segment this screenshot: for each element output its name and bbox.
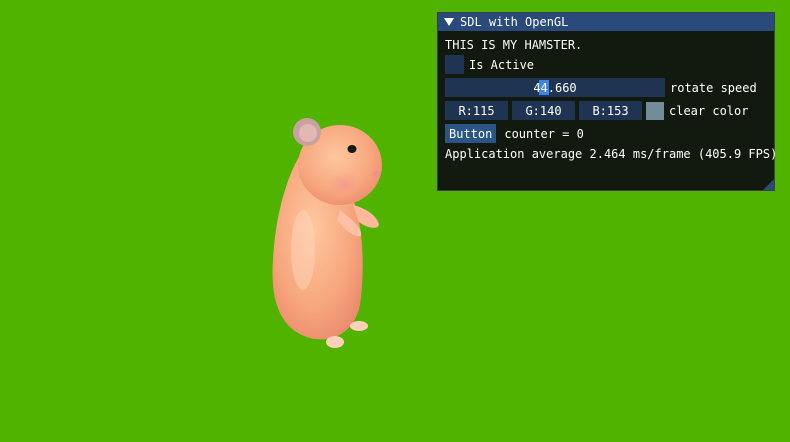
imgui-window[interactable]: SDL with OpenGL THIS IS MY HAMSTER. Is A… (437, 12, 777, 191)
counter-button[interactable]: Button (445, 124, 497, 143)
hamster-text-row: THIS IS MY HAMSTER. (445, 38, 582, 52)
active-checkbox-row: Is Active (445, 55, 534, 74)
window-title: SDL with OpenGL (460, 15, 569, 29)
stats-row: Application average 2.464 ms/frame (405.… (445, 147, 777, 161)
rotate-speed-slider[interactable]: 44.660 (445, 78, 665, 97)
resize-grip-icon[interactable] (763, 179, 774, 190)
clear-color-row: R:115 G:140 B:153 clear color (445, 101, 748, 120)
color-g-field[interactable]: G:140 (512, 101, 575, 120)
clear-color-swatch[interactable] (646, 101, 664, 120)
is-active-label: Is Active (469, 57, 535, 72)
button-row: Button counter = 0 (445, 124, 584, 143)
window-content: THIS IS MY HAMSTER. Is Active 44.660 rot… (438, 31, 777, 161)
counter-text: counter = 0 (504, 126, 584, 141)
hamster-text: THIS IS MY HAMSTER. (445, 38, 583, 52)
color-r-field[interactable]: R:115 (445, 101, 508, 120)
rotate-speed-row: 44.660 rotate speed (445, 78, 757, 97)
is-active-checkbox[interactable] (445, 55, 464, 74)
clear-color-label: clear color (669, 103, 749, 118)
collapse-arrow-icon[interactable] (444, 18, 454, 26)
slider-value: 44.660 (533, 80, 577, 95)
framerate-stats: Application average 2.464 ms/frame (405.… (445, 147, 778, 161)
rotate-speed-label: rotate speed (670, 80, 757, 95)
color-b-field[interactable]: B:153 (579, 101, 642, 120)
window-title-bar[interactable]: SDL with OpenGL (438, 13, 774, 31)
hamster-model (272, 118, 382, 348)
